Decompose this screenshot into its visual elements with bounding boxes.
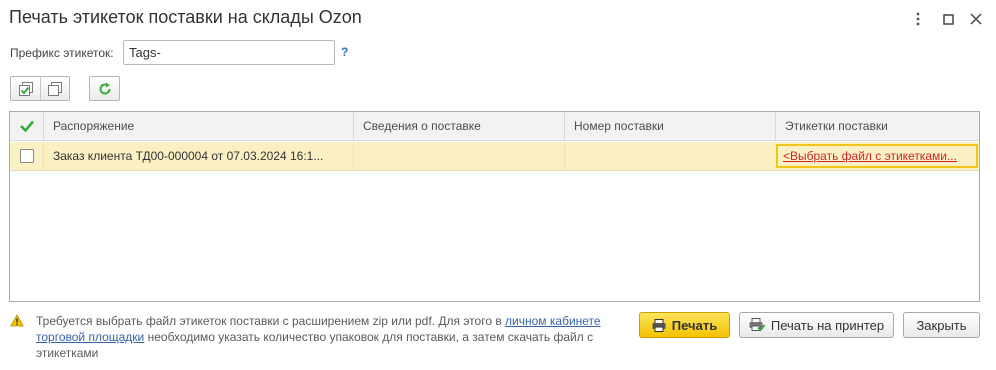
table-header: Распоряжение Сведения о поставке Номер п… (10, 112, 979, 141)
select-labels-file-link[interactable]: <Выбрать файл с этикетками... (783, 149, 957, 163)
check-all-button[interactable] (11, 77, 40, 100)
order-cell[interactable]: Заказ клиента ТД00-000004 от 07.03.2024 … (43, 142, 353, 170)
prefix-input[interactable] (123, 40, 335, 65)
header-supply-info[interactable]: Сведения о поставке (353, 112, 564, 140)
header-supply-labels[interactable]: Этикетки поставки (775, 112, 979, 140)
row-checkbox-cell (10, 142, 43, 170)
more-options-icon[interactable] (910, 10, 926, 28)
warning-icon (10, 314, 24, 327)
window-title: Печать этикеток поставки на склады Ozon (9, 7, 362, 27)
header-order[interactable]: Распоряжение (43, 112, 353, 140)
supply-info-cell[interactable] (353, 142, 564, 170)
header-supply-number[interactable]: Номер поставки (564, 112, 775, 140)
refresh-icon (99, 82, 111, 95)
print-button-label: Печать (671, 317, 718, 333)
supply-number-cell[interactable] (564, 142, 775, 170)
uncheck-all-icon (48, 81, 62, 96)
table-row[interactable]: Заказ клиента ТД00-000004 от 07.03.2024 … (10, 142, 979, 171)
printer-check-icon (749, 318, 765, 332)
print-to-printer-button[interactable]: Печать на принтер (739, 312, 894, 338)
refresh-toolbar-group (89, 76, 120, 101)
supply-table: Распоряжение Сведения о поставке Номер п… (9, 111, 980, 302)
refresh-button[interactable] (90, 77, 119, 100)
uncheck-all-button[interactable] (40, 77, 69, 100)
prefix-label: Префикс этикеток: (10, 46, 114, 60)
check-toolbar-group (10, 76, 70, 101)
close-button-label: Закрыть (916, 317, 967, 333)
close-icon[interactable] (968, 10, 984, 28)
warning-message: Требуется выбрать файл этикеток поставки… (36, 313, 621, 361)
labels-file-cell[interactable]: <Выбрать файл с этикетками... (776, 144, 978, 168)
header-check-icon[interactable] (10, 112, 43, 140)
row-checkbox[interactable] (19, 149, 34, 163)
print-to-printer-label: Печать на принтер (770, 317, 885, 333)
help-link[interactable]: ? (341, 45, 348, 59)
check-all-icon (18, 81, 33, 96)
print-button[interactable]: Печать (639, 312, 730, 338)
warning-text-before: Требуется выбрать файл этикеток поставки… (36, 314, 506, 328)
maximize-icon[interactable] (940, 10, 956, 28)
close-button[interactable]: Закрыть (903, 312, 980, 338)
printer-icon (652, 318, 666, 332)
